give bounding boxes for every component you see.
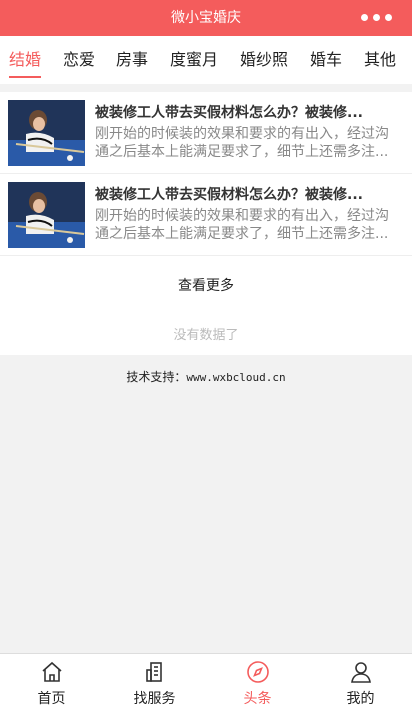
article-summary: 刚开始的时候装的效果和要求的有出入，经过沟通之后基本上能满足要求了，细节上还需多… bbox=[95, 126, 389, 160]
compass-icon bbox=[247, 661, 269, 683]
no-more-data-text: 没有数据了 bbox=[173, 328, 239, 343]
nav-headlines-label: 头条 bbox=[243, 691, 272, 707]
support-label: 技术支持： bbox=[126, 370, 187, 384]
nav-home-label: 首页 bbox=[37, 691, 66, 707]
tab-dumiyue[interactable]: 度蜜月 bbox=[170, 36, 218, 84]
article-title: 被装修工人带去买假材料怎么办？被装修... bbox=[95, 187, 363, 203]
app-title: 微小宝婚庆 bbox=[171, 10, 241, 26]
tab-hunche[interactable]: 婚车 bbox=[310, 36, 342, 84]
list-item[interactable]: 被装修工人带去买假材料怎么办？被装修... 刚开始的时候装的效果和要求的有出入，… bbox=[0, 174, 412, 256]
tab-qita[interactable]: 其他 bbox=[364, 36, 396, 84]
nav-headlines[interactable]: 头条 bbox=[206, 654, 309, 712]
article-list: 被装修工人带去买假材料怎么办？被装修... 刚开始的时候装的效果和要求的有出入，… bbox=[0, 92, 412, 355]
article-title: 被装修工人带去买假材料怎么办？被装修... bbox=[95, 105, 363, 121]
tech-support: 技术支持：www.wxbcloud.cn bbox=[0, 368, 412, 385]
building-icon bbox=[146, 662, 162, 682]
category-tabs: 结婚 恋爱 房事 度蜜月 婚纱照 婚车 其他 bbox=[0, 36, 412, 84]
nav-mine-label: 我的 bbox=[346, 691, 375, 707]
nav-mine[interactable]: 我的 bbox=[309, 654, 412, 712]
more-menu-icon[interactable] bbox=[361, 14, 392, 21]
article-thumbnail bbox=[8, 100, 85, 166]
tab-hunshazhao[interactable]: 婚纱照 bbox=[240, 36, 288, 84]
tab-lianai[interactable]: 恋爱 bbox=[63, 36, 95, 84]
see-more-button[interactable]: 查看更多 bbox=[0, 275, 412, 295]
top-bar: 微小宝婚庆 bbox=[0, 0, 412, 36]
tab-jiehun[interactable]: 结婚 bbox=[9, 36, 42, 84]
home-icon bbox=[42, 661, 62, 682]
nav-home[interactable]: 首页 bbox=[0, 654, 103, 712]
article-thumbnail bbox=[8, 182, 85, 248]
article-summary: 刚开始的时候装的效果和要求的有出入，经过沟通之后基本上能满足要求了，细节上还需多… bbox=[95, 208, 389, 242]
user-icon bbox=[351, 662, 371, 683]
list-item[interactable]: 被装修工人带去买假材料怎么办？被装修... 刚开始的时候装的效果和要求的有出入，… bbox=[0, 92, 412, 174]
nav-services[interactable]: 找服务 bbox=[103, 654, 206, 712]
tab-fangshi[interactable]: 房事 bbox=[116, 36, 148, 84]
bottom-nav: 首页 找服务 头条 我的 bbox=[0, 653, 412, 712]
support-url[interactable]: www.wxbcloud.cn bbox=[186, 371, 285, 384]
nav-services-label: 找服务 bbox=[133, 691, 176, 707]
